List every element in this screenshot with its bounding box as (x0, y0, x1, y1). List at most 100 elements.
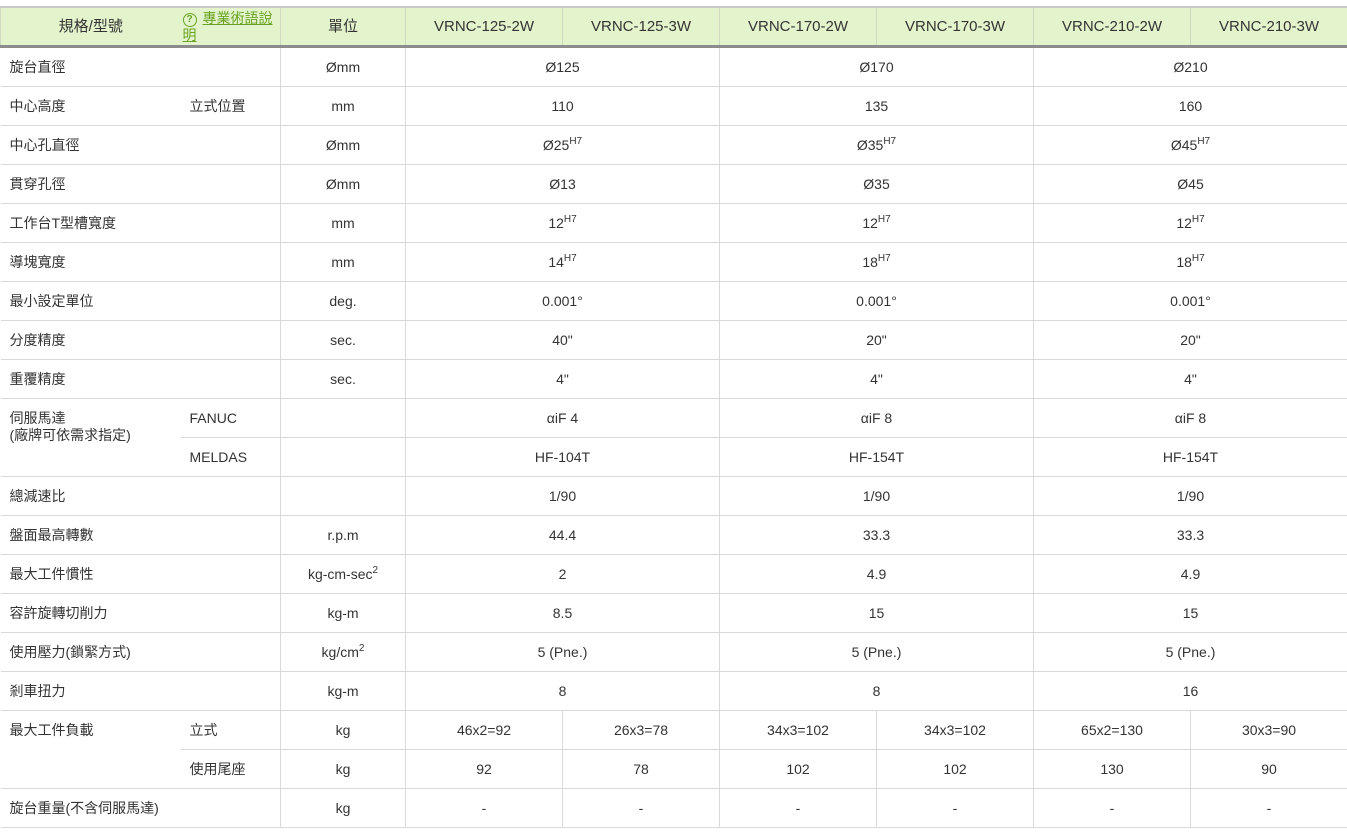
value-cell: Ø45 (1034, 165, 1347, 204)
value-cell: Ø125 (406, 47, 720, 87)
value-cell: - (720, 789, 877, 828)
value-text: kg/cm (322, 644, 359, 660)
value-cell: 34x3=102 (720, 711, 877, 750)
row-label: 伺服馬達(廠牌可依需求指定) (1, 399, 181, 477)
value-cell: Ø45H7 (1034, 126, 1347, 165)
table-row: 容許旋轉切削力kg-m8.51515 (1, 594, 1347, 633)
value-cell: 102 (720, 750, 877, 789)
row-label: 中心孔直徑 (1, 126, 181, 165)
terminology-help-link[interactable]: 專業術語說明 (183, 10, 273, 43)
value-cell: 4" (1034, 360, 1347, 399)
row-sublabel (181, 321, 281, 360)
unit-cell: mm (281, 243, 406, 282)
question-circle-icon[interactable]: ? (183, 13, 197, 27)
table-row: 重覆精度sec.4"4"4" (1, 360, 1347, 399)
value-cell: 92 (406, 750, 563, 789)
unit-cell: deg. (281, 282, 406, 321)
row-label: 最大工件慣性 (1, 555, 181, 594)
row-label-text: 工作台T型槽寬度 (10, 215, 181, 232)
unit-cell: Ømm (281, 126, 406, 165)
row-label: 旋台重量(不含伺服馬達) (1, 789, 181, 828)
value-text: 12 (1176, 215, 1192, 231)
value-cell: 12H7 (406, 204, 720, 243)
spec-header: 規格/型號 (1, 7, 181, 47)
value-cell: HF-104T (406, 438, 720, 477)
value-cell: 15 (720, 594, 1034, 633)
row-sublabel: MELDAS (181, 438, 281, 477)
row-label-text: 盤面最高轉數 (10, 527, 181, 544)
row-label-text: 重覆精度 (10, 371, 181, 388)
value-cell: 46x2=92 (406, 711, 563, 750)
value-text: Ø45 (1171, 137, 1197, 153)
row-label-text: 貫穿孔徑 (10, 176, 181, 193)
value-cell: 0.001° (720, 282, 1034, 321)
value-cell: - (1191, 789, 1347, 828)
value-cell: 160 (1034, 87, 1347, 126)
row-sublabel (181, 126, 281, 165)
value-text: 12 (862, 215, 878, 231)
row-label-text: 容許旋轉切削力 (10, 605, 181, 622)
help-cell: ?專業術語說明 (181, 7, 281, 47)
unit-cell (281, 399, 406, 438)
row-label-text: 最大工件慣性 (10, 566, 181, 583)
model-header: VRNC-125-3W (563, 7, 720, 47)
model-header: VRNC-170-3W (877, 7, 1034, 47)
row-label-text: 中心孔直徑 (10, 137, 181, 154)
value-cell: 5 (Pne.) (406, 633, 720, 672)
row-label: 貫穿孔徑 (1, 165, 181, 204)
value-cell: 4" (406, 360, 720, 399)
row-label-text: 伺服馬達 (10, 410, 181, 427)
table-row: 盤面最高轉數r.p.m44.433.333.3 (1, 516, 1347, 555)
value-text: 18 (1176, 254, 1192, 270)
value-cell: 78 (563, 750, 720, 789)
value-cell: 15 (1034, 594, 1347, 633)
row-label: 分度精度 (1, 321, 181, 360)
value-cell: 4" (720, 360, 1034, 399)
value-cell: 20" (720, 321, 1034, 360)
value-text: 18 (862, 254, 878, 270)
table-row: 總減速比1/901/901/90 (1, 477, 1347, 516)
superscript: H7 (1197, 136, 1210, 147)
row-sublabel (181, 360, 281, 399)
unit-cell (281, 477, 406, 516)
value-cell: Ø35H7 (720, 126, 1034, 165)
row-sublabel (181, 282, 281, 321)
value-cell: 110 (406, 87, 720, 126)
row-sublabel (181, 243, 281, 282)
row-label: 重覆精度 (1, 360, 181, 399)
model-header: VRNC-125-2W (406, 7, 563, 47)
row-sublabel (181, 555, 281, 594)
unit-cell: Ømm (281, 165, 406, 204)
unit-cell: kg (281, 789, 406, 828)
table-row: 使用壓力(鎖緊方式)kg/cm25 (Pne.)5 (Pne.)5 (Pne.) (1, 633, 1347, 672)
row-label: 工作台T型槽寬度 (1, 204, 181, 243)
table-row: 剎車扭力kg-m8816 (1, 672, 1347, 711)
value-cell: 26x3=78 (563, 711, 720, 750)
table-row: 中心高度立式位置mm110135160 (1, 87, 1347, 126)
superscript: H7 (569, 136, 582, 147)
unit-cell: kg/cm2 (281, 633, 406, 672)
value-cell: 34x3=102 (877, 711, 1034, 750)
value-cell: 30x3=90 (1191, 711, 1347, 750)
row-label-text: 旋台重量(不含伺服馬達) (10, 800, 181, 817)
spec-table: 規格/型號 ?專業術語說明 單位 VRNC-125-2W VRNC-125-3W… (0, 6, 1347, 828)
model-header: VRNC-170-2W (720, 7, 877, 47)
unit-cell: Ømm (281, 47, 406, 87)
row-label: 盤面最高轉數 (1, 516, 181, 555)
unit-cell (281, 438, 406, 477)
value-cell: 135 (720, 87, 1034, 126)
value-cell: 8 (720, 672, 1034, 711)
header-row: 規格/型號 ?專業術語說明 單位 VRNC-125-2W VRNC-125-3W… (1, 7, 1347, 47)
value-cell: 102 (877, 750, 1034, 789)
unit-cell: sec. (281, 360, 406, 399)
value-text: Ø25 (543, 137, 569, 153)
unit-cell: sec. (281, 321, 406, 360)
value-cell: αiF 8 (1034, 399, 1347, 438)
value-cell: Ø170 (720, 47, 1034, 87)
row-sublabel (181, 672, 281, 711)
value-cell: 1/90 (406, 477, 720, 516)
value-cell: 4.9 (1034, 555, 1347, 594)
row-sublabel (181, 477, 281, 516)
unit-cell: kg (281, 711, 406, 750)
row-label-text: 總減速比 (10, 488, 181, 505)
